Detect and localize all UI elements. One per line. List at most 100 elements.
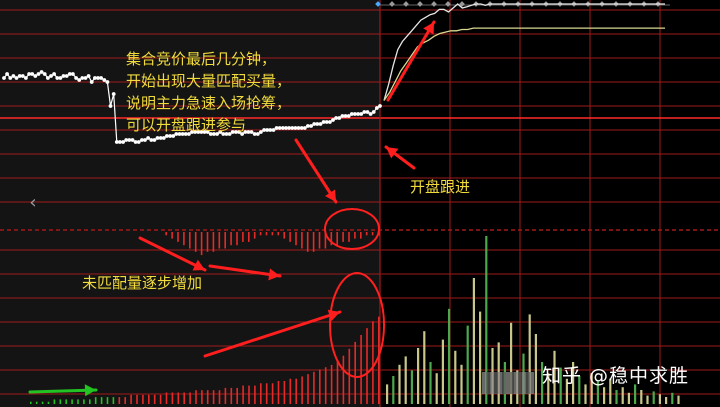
auction-price-point bbox=[86, 74, 91, 78]
auction-price-point bbox=[71, 72, 75, 76]
auction-volume-bar bbox=[212, 390, 215, 404]
auction-volume-bar bbox=[53, 399, 56, 404]
auction-price-point bbox=[371, 110, 376, 114]
auction-volume-bar bbox=[177, 392, 180, 404]
auction-price-point bbox=[2, 76, 6, 80]
open-volume-bar bbox=[417, 348, 420, 404]
auction-volume-bar bbox=[153, 394, 156, 404]
auction-volume-bar bbox=[106, 397, 109, 404]
auction-price-point bbox=[136, 140, 141, 144]
auction-volume-bar bbox=[236, 387, 238, 404]
open-volume-bar bbox=[435, 373, 438, 404]
open-volume-bar bbox=[392, 376, 395, 404]
unmatched-volume-bar bbox=[236, 232, 238, 246]
open-volume-bar bbox=[423, 331, 426, 404]
open-volume-bar bbox=[640, 390, 643, 404]
chevron-left-icon[interactable]: ‹ bbox=[22, 192, 44, 214]
open-volume-bar bbox=[677, 395, 680, 404]
auction-volume-bar bbox=[265, 383, 268, 404]
auction-volume-bar bbox=[324, 367, 327, 404]
auction-volume-bar bbox=[47, 401, 50, 404]
open-volume-bar bbox=[441, 339, 444, 404]
unmatched-volume-bar bbox=[306, 232, 309, 252]
auction-volume-bar bbox=[201, 390, 203, 404]
open-volume-bar bbox=[646, 395, 649, 404]
open-volume-bar bbox=[615, 390, 618, 404]
unmatched-volume-bar bbox=[348, 232, 350, 242]
auction-price-point bbox=[52, 72, 56, 76]
unmatched-volume-bar bbox=[212, 232, 215, 252]
auction-volume-bar bbox=[89, 399, 91, 404]
open-volume-bar bbox=[658, 394, 661, 404]
open-volume-bar bbox=[534, 334, 537, 404]
auction-volume-bar bbox=[183, 392, 185, 404]
auction-annotation-line: 说明主力急速入场抢筹， bbox=[126, 94, 292, 112]
unmatched-volume-bar bbox=[224, 232, 226, 249]
auction-volume-bar bbox=[242, 385, 244, 404]
unmatched-volume-bar bbox=[265, 232, 268, 236]
auction-volume-bar bbox=[248, 385, 250, 404]
open-volume-bar bbox=[454, 350, 457, 404]
auction-volume-bar bbox=[218, 390, 221, 404]
auction-volume-bar bbox=[136, 394, 138, 404]
unmatched-volume-bar bbox=[171, 232, 173, 239]
unmatched-volume-bar bbox=[289, 232, 291, 242]
auction-price-point bbox=[99, 76, 103, 80]
open-volume-bar bbox=[448, 308, 451, 404]
auction-price-point bbox=[14, 76, 19, 80]
auction-price-point bbox=[105, 80, 110, 84]
open-volume-bar bbox=[621, 387, 624, 404]
open-volume-bar bbox=[665, 397, 668, 404]
unmatched-volume-bar bbox=[295, 232, 297, 246]
auction-volume-bar bbox=[360, 335, 362, 404]
auction-annotation: 集合竞价最后几分钟， 开始出现大量匹配买量， 说明主力急速入场抢筹， 可以开盘跟… bbox=[126, 48, 291, 136]
auction-volume-bar bbox=[289, 378, 292, 404]
auction-price-point bbox=[146, 136, 151, 140]
open-volume-bar bbox=[398, 364, 401, 404]
open-volume-bar bbox=[652, 391, 655, 404]
open-volume-bar bbox=[404, 356, 407, 404]
auction-volume-bar bbox=[378, 316, 380, 404]
unmatched-volume-bar bbox=[242, 232, 244, 242]
auction-volume-bar bbox=[59, 399, 62, 404]
unmatched-volume-bar bbox=[165, 232, 167, 236]
auction-volume-bar bbox=[313, 371, 315, 404]
auction-volume-bar bbox=[171, 392, 174, 404]
auction-volume-bar bbox=[118, 397, 121, 404]
auction-volume-bar bbox=[148, 394, 150, 404]
unmatched-volume-bar bbox=[365, 232, 368, 236]
auction-annotation-line: 集合竞价最后几分钟， bbox=[126, 50, 277, 68]
auction-volume-bar bbox=[165, 392, 168, 404]
auction-volume-bar bbox=[124, 397, 126, 404]
auction-volume-bar bbox=[206, 390, 209, 404]
auction-volume-bar bbox=[260, 383, 262, 404]
auction-price-point bbox=[24, 76, 28, 80]
unmatched-volume-bar bbox=[354, 232, 356, 239]
unmatched-volume-bar bbox=[277, 232, 280, 236]
unmatched-volume-bar bbox=[371, 232, 374, 236]
auction-volume-bar bbox=[342, 355, 345, 404]
open-volume-bar bbox=[472, 278, 475, 404]
auction-volume-bar bbox=[372, 321, 374, 404]
auction-price-point bbox=[42, 72, 47, 76]
auction-price-point bbox=[378, 104, 382, 108]
open-volume-bar bbox=[386, 384, 389, 404]
unmatched-volume-bar bbox=[248, 232, 250, 242]
unmatched-volume-bar bbox=[336, 232, 338, 246]
unmatched-volume-bar bbox=[259, 232, 262, 236]
auction-price-point bbox=[111, 92, 116, 96]
auction-volume-bar bbox=[65, 399, 67, 404]
auction-volume-bar bbox=[30, 401, 32, 404]
stock-timeshare-chart bbox=[0, 0, 720, 407]
unmatched-volume-bar bbox=[360, 232, 362, 239]
auction-volume-bar bbox=[94, 397, 97, 404]
unmatched-volume-annotation: 未匹配量逐步增加 bbox=[82, 274, 203, 292]
auction-price-point bbox=[5, 72, 9, 76]
auction-price-point bbox=[89, 80, 94, 84]
auction-volume-bar bbox=[77, 399, 79, 404]
unmatched-volume-bar bbox=[194, 232, 197, 252]
unmatched-volume-bar bbox=[177, 232, 179, 242]
unmatched-volume-bar bbox=[200, 232, 203, 256]
unmatched-volume-bar bbox=[189, 232, 191, 249]
auction-volume-bar bbox=[319, 369, 321, 404]
